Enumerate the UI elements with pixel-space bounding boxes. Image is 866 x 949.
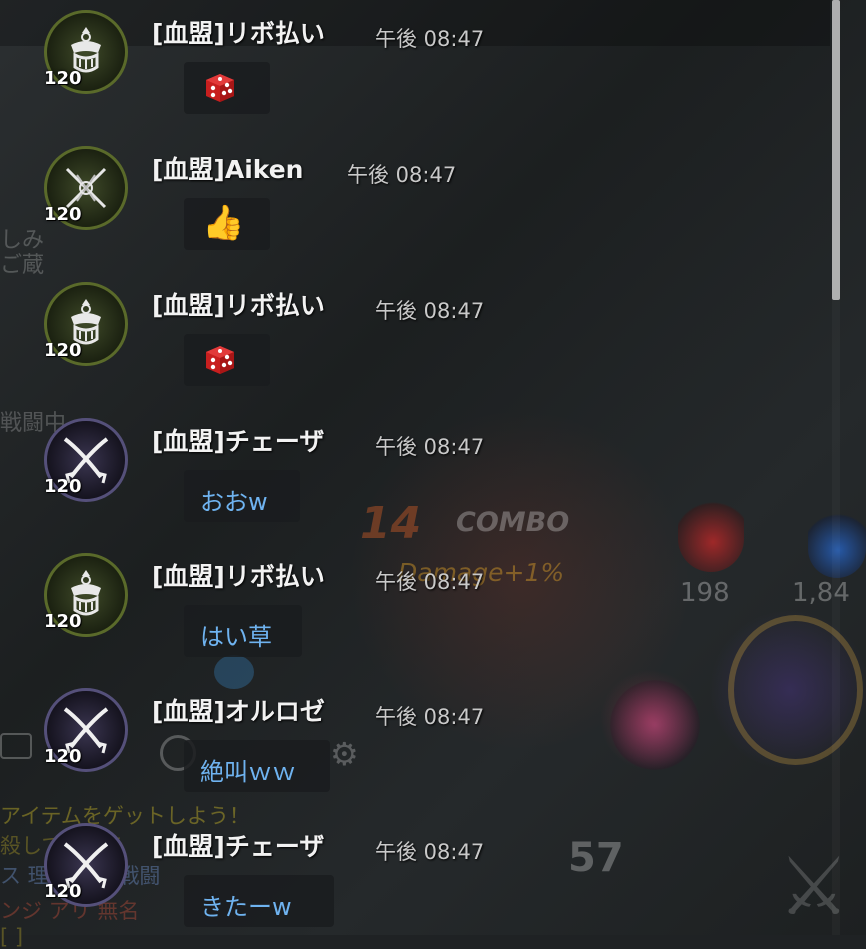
message-text: はい草 [200,623,272,651]
scrollbar-thumb[interactable] [832,0,840,300]
message-bubble [184,334,270,386]
player-level: 120 [44,881,82,902]
sender-name[interactable]: [血盟]リボ払い [152,286,325,322]
message-time: 午後 08:47 [375,27,485,51]
message-text: きたーw [200,893,292,921]
player-level: 120 [44,68,82,89]
chat-message: 120 [血盟]オルロゼ 午後 08:47 絶叫ｗｗ [0,678,830,808]
sender-name[interactable]: [血盟]チェーザ [152,422,324,458]
message-time: 午後 08:47 [347,163,457,187]
message-bubble [184,62,270,114]
player-level: 120 [44,746,82,767]
message-time: 午後 08:47 [375,435,485,459]
player-level: 120 [44,611,82,632]
chat-message: 120 [血盟]チェーザ 午後 08:47 きたーw [0,813,830,943]
sender-name[interactable]: [血盟]リボ払い [152,557,325,593]
chat-message: 120 [血盟]リボ払い 午後 08:47 [0,272,830,402]
chat-message: 120 [血盟]リボ払い 午後 08:47 [0,0,830,130]
dice-icon [200,68,240,108]
message-bubble: おおw [184,470,300,522]
sender-name[interactable]: [血盟]オルロゼ [152,692,325,728]
dice-icon [200,340,240,380]
player-level: 120 [44,340,82,361]
message-bubble: 👍 [184,198,270,250]
message-text: 絶叫ｗｗ [200,758,296,786]
message-time: 午後 08:47 [375,840,485,864]
sender-name[interactable]: [血盟]リボ払い [152,14,325,50]
player-level: 120 [44,476,82,497]
chat-message: 120 [血盟]Aiken 午後 08:47 👍 [0,136,830,266]
message-text: おおw [200,488,268,516]
message-bubble: きたーw [184,875,334,927]
sender-name[interactable]: [血盟]チェーザ [152,827,324,863]
chat-message: 120 [血盟]リボ払い 午後 08:47 はい草 [0,543,830,673]
message-time: 午後 08:47 [375,705,485,729]
sender-name[interactable]: [血盟]Aiken [152,150,303,186]
thumbs-up-icon: 👍 [202,203,245,243]
message-time: 午後 08:47 [375,299,485,323]
chat-message: 120 [血盟]チェーザ 午後 08:47 おおw [0,408,830,538]
message-time: 午後 08:47 [375,570,485,594]
player-level: 120 [44,204,82,225]
message-bubble: 絶叫ｗｗ [184,740,330,792]
message-bubble: はい草 [184,605,302,657]
